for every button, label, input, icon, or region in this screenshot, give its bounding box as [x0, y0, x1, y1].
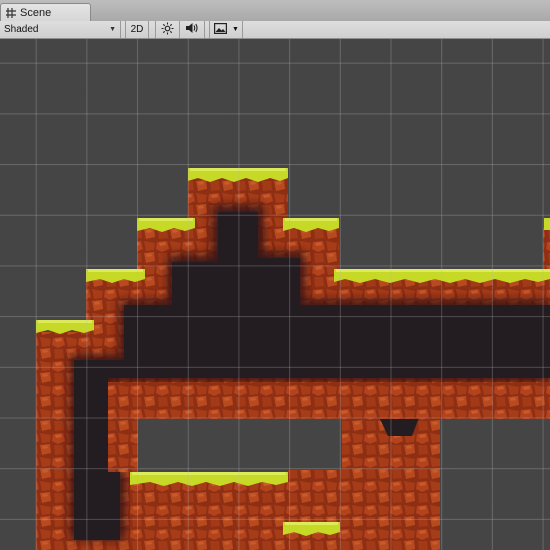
- 2d-label: 2D: [130, 24, 144, 35]
- speaker-icon: [185, 22, 199, 37]
- tab-strip: Scene: [0, 0, 550, 22]
- tab-label: Scene: [20, 6, 52, 19]
- lighting-toggle-button[interactable]: [155, 21, 180, 38]
- dropdown-arrow-icon: ▼: [232, 26, 239, 33]
- tab-scene[interactable]: Scene: [0, 3, 91, 21]
- scene-toolbar: Shaded ▼ 2D ▼: [0, 21, 550, 39]
- scene-grid: [0, 39, 550, 550]
- audio-toggle-button[interactable]: [180, 21, 205, 38]
- image-icon: [214, 22, 228, 37]
- dropdown-arrow-icon: ▼: [109, 26, 116, 33]
- draw-mode-dropdown[interactable]: Shaded ▼: [0, 21, 121, 38]
- effects-dropdown-button[interactable]: ▼: [209, 21, 243, 38]
- grid-icon: [5, 7, 17, 19]
- 2d-toggle-button[interactable]: 2D: [125, 21, 149, 38]
- draw-mode-label: Shaded: [4, 24, 39, 35]
- scene-viewport[interactable]: [0, 39, 550, 550]
- sun-icon: [161, 22, 174, 38]
